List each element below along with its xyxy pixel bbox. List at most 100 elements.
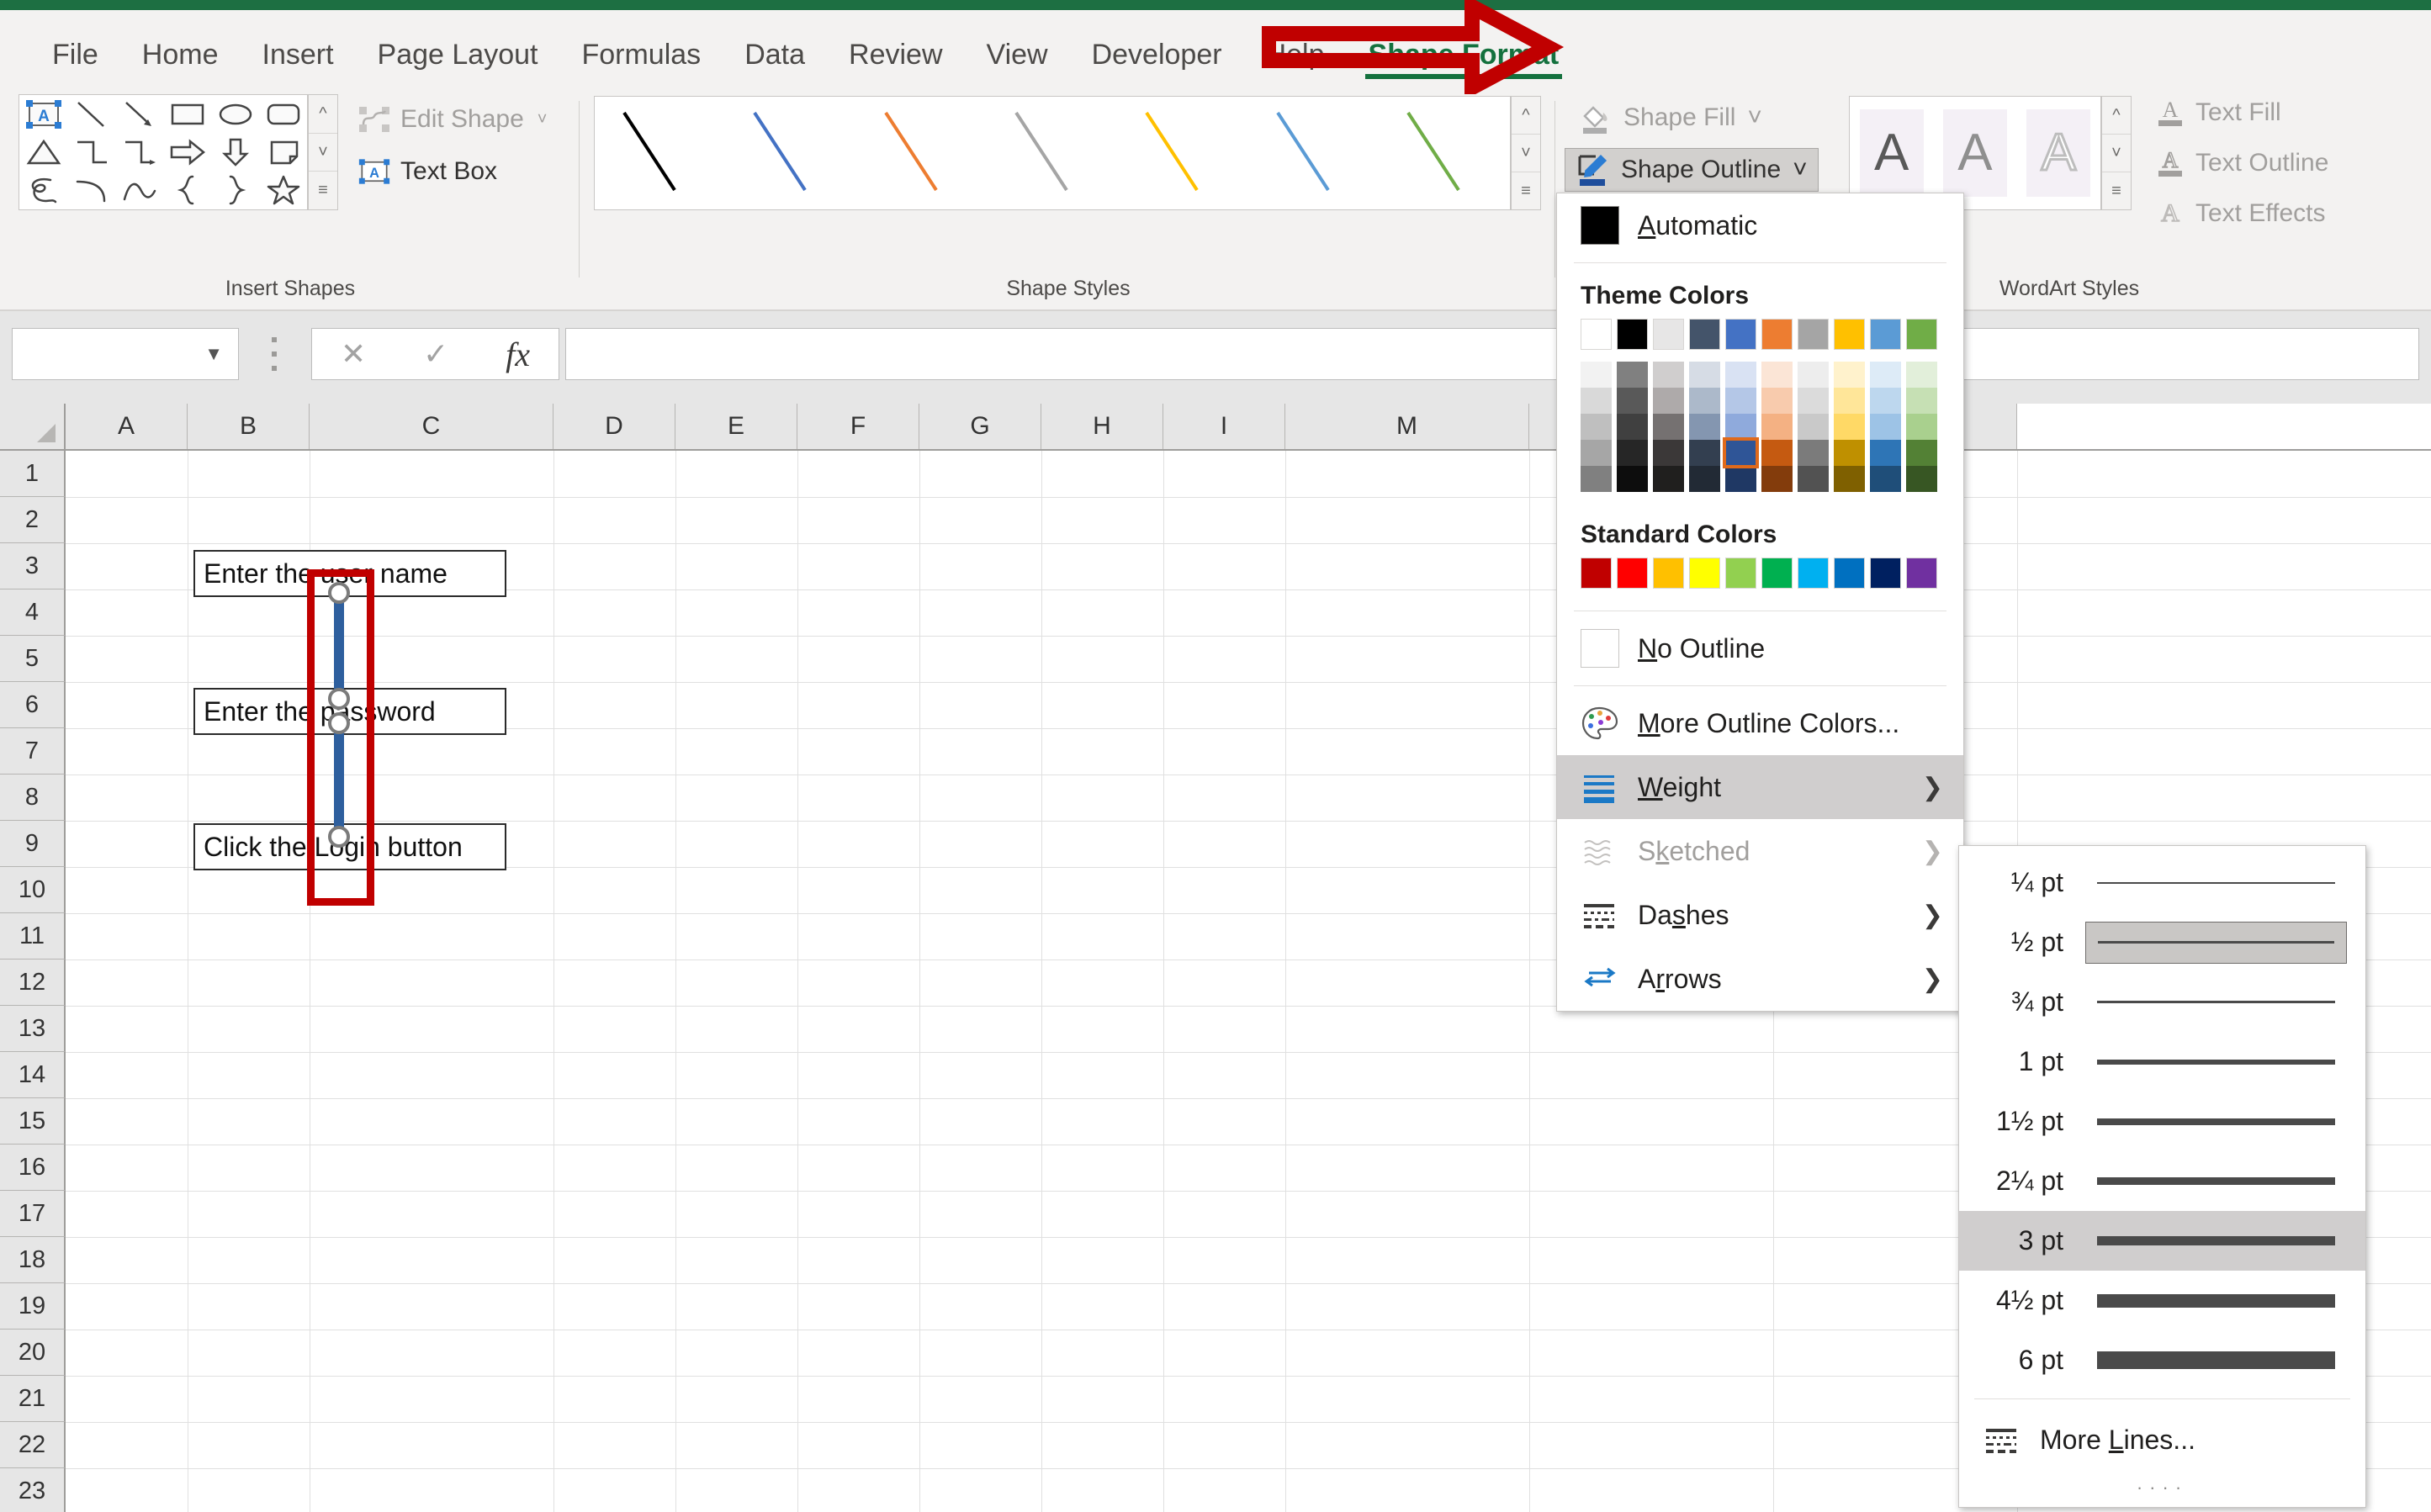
- theme-color-swatch[interactable]: [1798, 319, 1829, 350]
- row-header-17[interactable]: 17: [0, 1191, 66, 1237]
- formula-bar-drag-handle[interactable]: [269, 333, 279, 375]
- weight-option-6pt[interactable]: 6 pt: [1959, 1330, 2365, 1390]
- line-shape-icon[interactable]: [67, 95, 115, 133]
- more-lines-item[interactable]: More Lines...: [1959, 1408, 2365, 1472]
- textbox-shape-icon[interactable]: A: [19, 95, 67, 133]
- wordart-scroll-down-icon[interactable]: ˅: [2102, 135, 2131, 172]
- theme-color-swatch[interactable]: [1725, 388, 1756, 414]
- theme-color-swatch[interactable]: [1653, 319, 1684, 350]
- wordart-scroll-up-icon[interactable]: ^: [2102, 97, 2131, 135]
- theme-color-swatch[interactable]: [1834, 440, 1865, 466]
- theme-color-swatch[interactable]: [1689, 440, 1720, 466]
- theme-color-swatch[interactable]: [1906, 414, 1937, 440]
- row-header-1[interactable]: 1: [0, 451, 66, 497]
- column-header-A[interactable]: A: [66, 404, 188, 449]
- theme-color-swatch[interactable]: [1798, 440, 1829, 466]
- styles-gallery-more-icon[interactable]: ≡: [1512, 172, 1540, 209]
- wordart-sample[interactable]: A: [1942, 109, 2007, 197]
- theme-color-swatch[interactable]: [1653, 466, 1684, 492]
- row-header-7[interactable]: 7: [0, 728, 66, 775]
- theme-color-swatch[interactable]: [1870, 362, 1901, 388]
- theme-color-swatch[interactable]: [1798, 388, 1829, 414]
- shape-outline-button[interactable]: Shape Outline ˅: [1565, 148, 1819, 192]
- weight-option-2pt[interactable]: 2¼ pt: [1959, 1151, 2365, 1211]
- ribbon-tab-help[interactable]: Help: [1244, 40, 1347, 82]
- ribbon-tab-insert[interactable]: Insert: [241, 40, 356, 82]
- styles-scroll-up-icon[interactable]: ^: [1512, 97, 1540, 135]
- theme-color-swatch[interactable]: [1834, 319, 1865, 350]
- weight-item[interactable]: Weight ❯: [1557, 755, 1963, 819]
- wordart-sample[interactable]: A: [1859, 109, 1924, 197]
- row-header-14[interactable]: 14: [0, 1052, 66, 1098]
- ribbon-tab-review[interactable]: Review: [827, 40, 964, 82]
- column-header-G[interactable]: G: [919, 404, 1041, 449]
- column-header-E[interactable]: E: [675, 404, 797, 449]
- shape-style-preview[interactable]: [614, 106, 707, 201]
- weight-option-1pt[interactable]: 1½ pt: [1959, 1092, 2365, 1151]
- dashes-item[interactable]: Dashes ❯: [1557, 883, 1963, 947]
- automatic-color-item[interactable]: Automatic: [1557, 193, 1963, 257]
- theme-color-swatch[interactable]: [1581, 440, 1612, 466]
- weight-option-pt[interactable]: ½ pt: [1959, 912, 2365, 972]
- standard-color-swatch[interactable]: [1870, 558, 1901, 589]
- name-box[interactable]: ▼: [12, 328, 239, 380]
- ribbon-tab-shape-format[interactable]: Shape Format: [1347, 40, 1581, 82]
- theme-color-swatch[interactable]: [1581, 414, 1612, 440]
- elbow-arrow-connector-shape-icon[interactable]: [115, 133, 163, 171]
- standard-color-swatch[interactable]: [1761, 558, 1793, 589]
- folded-corner-shape-icon[interactable]: [259, 133, 307, 171]
- theme-color-swatch[interactable]: [1906, 362, 1937, 388]
- theme-color-swatch[interactable]: [1689, 466, 1720, 492]
- elbow-connector-shape-icon[interactable]: [67, 133, 115, 171]
- weight-option-1pt[interactable]: 1 pt: [1959, 1032, 2365, 1092]
- row-header-10[interactable]: 10: [0, 867, 66, 913]
- column-header-B[interactable]: B: [188, 404, 310, 449]
- theme-color-swatch[interactable]: [1798, 466, 1829, 492]
- theme-color-swatch[interactable]: [1870, 466, 1901, 492]
- theme-color-swatch[interactable]: [1834, 466, 1865, 492]
- theme-variant-colors-grid[interactable]: [1557, 353, 1963, 507]
- row-header-8[interactable]: 8: [0, 775, 66, 821]
- theme-color-swatch-selected[interactable]: [1723, 437, 1759, 468]
- theme-color-swatch[interactable]: [1870, 388, 1901, 414]
- theme-color-swatch[interactable]: [1906, 319, 1937, 350]
- column-header-M[interactable]: M: [1285, 404, 1529, 449]
- shape-style-preview[interactable]: [1398, 106, 1491, 201]
- column-header-D[interactable]: D: [553, 404, 675, 449]
- chevron-down-icon[interactable]: ▼: [204, 343, 223, 365]
- wordart-sample[interactable]: A: [2026, 109, 2091, 197]
- theme-color-swatch[interactable]: [1617, 362, 1648, 388]
- shapes-gallery-scrollbar[interactable]: ^ ˅ ≡: [308, 94, 338, 210]
- theme-color-swatch[interactable]: [1653, 362, 1684, 388]
- star-shape-icon[interactable]: [259, 172, 307, 209]
- standard-color-swatch[interactable]: [1581, 558, 1612, 589]
- row-header-9[interactable]: 9: [0, 821, 66, 867]
- row-header-13[interactable]: 13: [0, 1006, 66, 1052]
- theme-color-swatch[interactable]: [1653, 388, 1684, 414]
- triangle-shape-icon[interactable]: [19, 133, 67, 171]
- row-header-22[interactable]: 22: [0, 1422, 66, 1468]
- row-header-4[interactable]: 4: [0, 589, 66, 636]
- row-header-21[interactable]: 21: [0, 1376, 66, 1422]
- text-box-button[interactable]: A Text Box: [350, 151, 506, 192]
- theme-color-swatch[interactable]: [1798, 362, 1829, 388]
- weight-option-pt[interactable]: ¾ pt: [1959, 972, 2365, 1032]
- select-all-corner[interactable]: [0, 404, 66, 451]
- edit-shape-button[interactable]: Edit Shape ˅: [350, 99, 555, 140]
- row-header-11[interactable]: 11: [0, 913, 66, 960]
- theme-color-swatch[interactable]: [1689, 414, 1720, 440]
- standard-color-swatch[interactable]: [1653, 558, 1684, 589]
- row-header-6[interactable]: 6: [0, 682, 66, 728]
- shape-fill-button[interactable]: Shape Fill ˅: [1568, 96, 1772, 140]
- theme-color-swatch[interactable]: [1761, 388, 1793, 414]
- oval-shape-icon[interactable]: [211, 95, 259, 133]
- column-header-C[interactable]: C: [310, 404, 553, 449]
- theme-color-swatch[interactable]: [1761, 362, 1793, 388]
- theme-color-swatch[interactable]: [1581, 319, 1612, 350]
- row-header-5[interactable]: 5: [0, 636, 66, 682]
- theme-color-swatch[interactable]: [1834, 362, 1865, 388]
- row-header-12[interactable]: 12: [0, 960, 66, 1006]
- theme-base-colors-row[interactable]: [1557, 319, 1963, 353]
- insert-shapes-gallery[interactable]: A: [19, 94, 308, 210]
- theme-color-swatch[interactable]: [1834, 388, 1865, 414]
